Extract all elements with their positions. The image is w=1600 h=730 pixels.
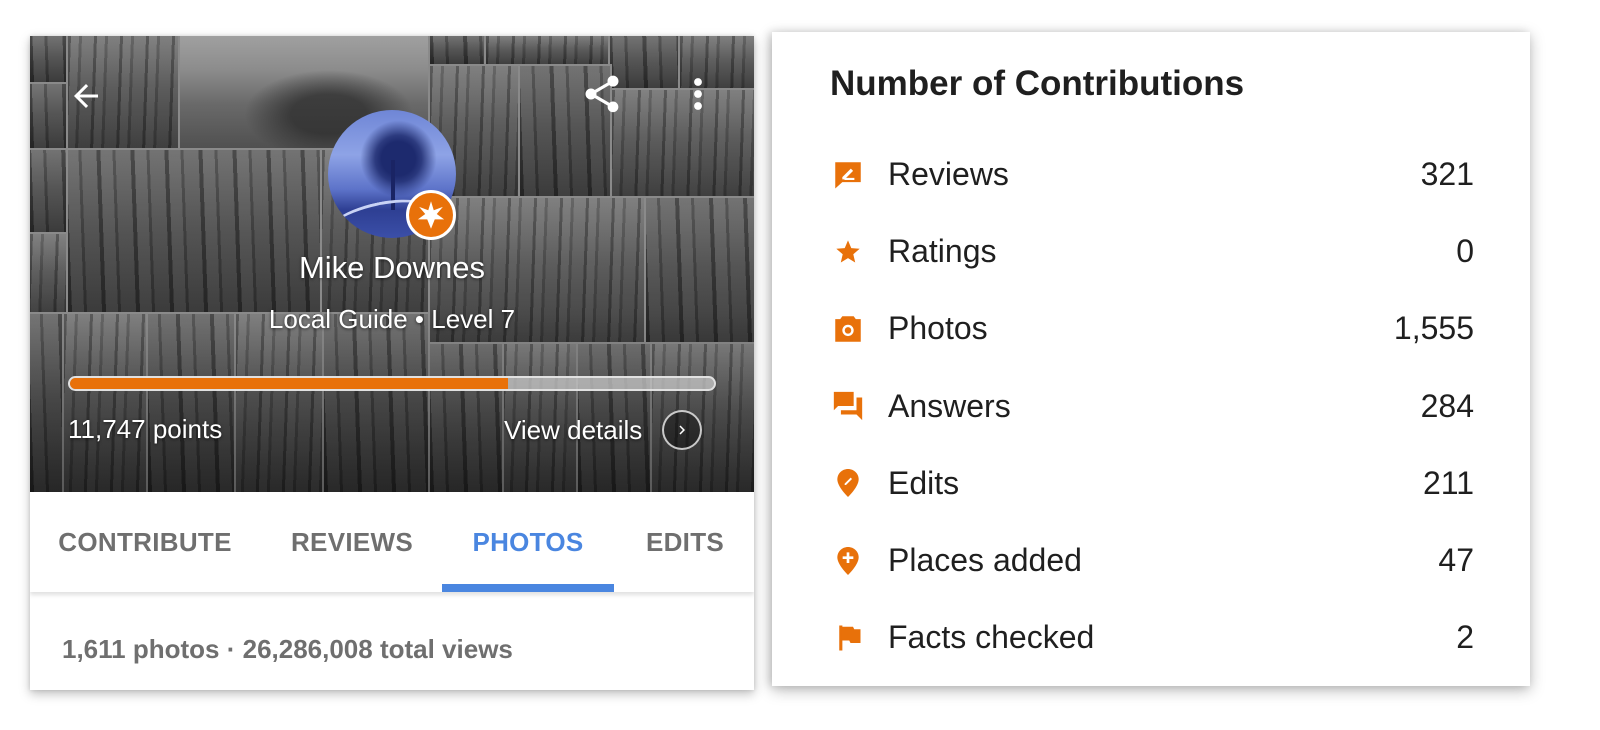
contribution-value: 47	[1438, 542, 1474, 579]
star-icon	[830, 234, 866, 270]
contribution-label: Edits	[888, 464, 960, 501]
profile-header-mosaic: Mike Downes Local Guide • Level 7 11,747…	[30, 36, 754, 492]
contributions-list: Reviews 321 Ratings 0 Photos 1,555 Answe…	[830, 136, 1474, 676]
contribution-label: Ratings	[888, 233, 997, 270]
contribution-row-photos[interactable]: Photos 1,555	[830, 290, 1474, 367]
level-progress-bar	[68, 376, 716, 391]
contribution-row-reviews[interactable]: Reviews 321	[830, 136, 1474, 213]
contribution-label: Places added	[888, 542, 1082, 579]
mosaic-photo	[30, 148, 68, 234]
arrow-left-icon	[74, 84, 98, 108]
contribution-value: 211	[1422, 464, 1474, 501]
mosaic-photo	[484, 36, 610, 66]
answers-icon	[830, 388, 866, 424]
tab-label: EDITS	[645, 526, 725, 557]
contributions-card: Number of Contributions Reviews 321 Rati…	[772, 32, 1530, 686]
contribution-row-ratings[interactable]: Ratings 0	[830, 213, 1474, 290]
contribution-row-places-added[interactable]: Places added 47	[830, 522, 1474, 599]
back-button[interactable]	[62, 72, 110, 120]
flag-icon	[830, 620, 866, 656]
tab-photos[interactable]: PHOTOS	[442, 492, 614, 592]
contribution-row-edits[interactable]: Edits 211	[830, 445, 1474, 522]
contribution-label: Facts checked	[888, 619, 1095, 656]
chevron-right-icon	[679, 425, 686, 435]
active-tab-indicator	[442, 584, 614, 592]
contribution-value: 0	[1456, 233, 1474, 270]
photo-stats: 1,611 photos · 26,286,008 total views	[62, 634, 513, 664]
contribution-label: Answers	[888, 387, 1011, 424]
view-details-link[interactable]: View details	[504, 408, 703, 452]
tab-contribute[interactable]: CONTRIBUTE	[30, 492, 260, 592]
share-button[interactable]	[578, 70, 626, 118]
review-icon	[830, 157, 866, 193]
local-guide-star-icon	[417, 201, 445, 229]
tab-edits[interactable]: EDITS	[620, 492, 750, 592]
tab-reviews[interactable]: REVIEWS	[260, 492, 444, 592]
edit-pin-icon	[830, 465, 866, 501]
profile-tabs: CONTRIBUTE REVIEWS PHOTOS EDITS	[30, 492, 754, 592]
view-details-button[interactable]	[662, 410, 703, 450]
profile-name: Mike Downes	[298, 250, 486, 285]
contribution-value: 284	[1420, 387, 1474, 424]
contribution-value: 1,555	[1393, 310, 1474, 347]
more-vert-icon	[694, 78, 702, 110]
contribution-row-answers[interactable]: Answers 284	[830, 368, 1474, 445]
tab-label: CONTRIBUTE	[58, 526, 232, 557]
profile-card: Mike Downes Local Guide • Level 7 11,747…	[30, 36, 754, 690]
add-place-pin-icon	[830, 543, 866, 579]
share-icon	[585, 75, 619, 113]
tab-label: REVIEWS	[290, 526, 413, 557]
contribution-value: 2	[1456, 619, 1474, 656]
more-options-button[interactable]	[682, 70, 714, 118]
contributions-title: Number of Contributions	[830, 64, 1245, 103]
local-guide-badge	[406, 190, 456, 240]
contribution-label: Reviews	[888, 156, 1009, 193]
contribution-row-facts-checked[interactable]: Facts checked 2	[830, 599, 1474, 676]
mosaic-photo	[428, 36, 486, 66]
hero-shade	[30, 312, 754, 492]
contribution-label: Photos	[888, 310, 988, 347]
contribution-value: 321	[1420, 156, 1474, 193]
level-progress-fill	[70, 378, 508, 389]
camera-icon	[830, 311, 866, 347]
points-text: 11,747 points	[68, 414, 223, 444]
view-details-label: View details	[504, 414, 643, 445]
profile-level: Local Guide • Level 7	[268, 304, 516, 334]
mosaic-photo	[66, 148, 322, 314]
tab-label: PHOTOS	[472, 526, 584, 557]
